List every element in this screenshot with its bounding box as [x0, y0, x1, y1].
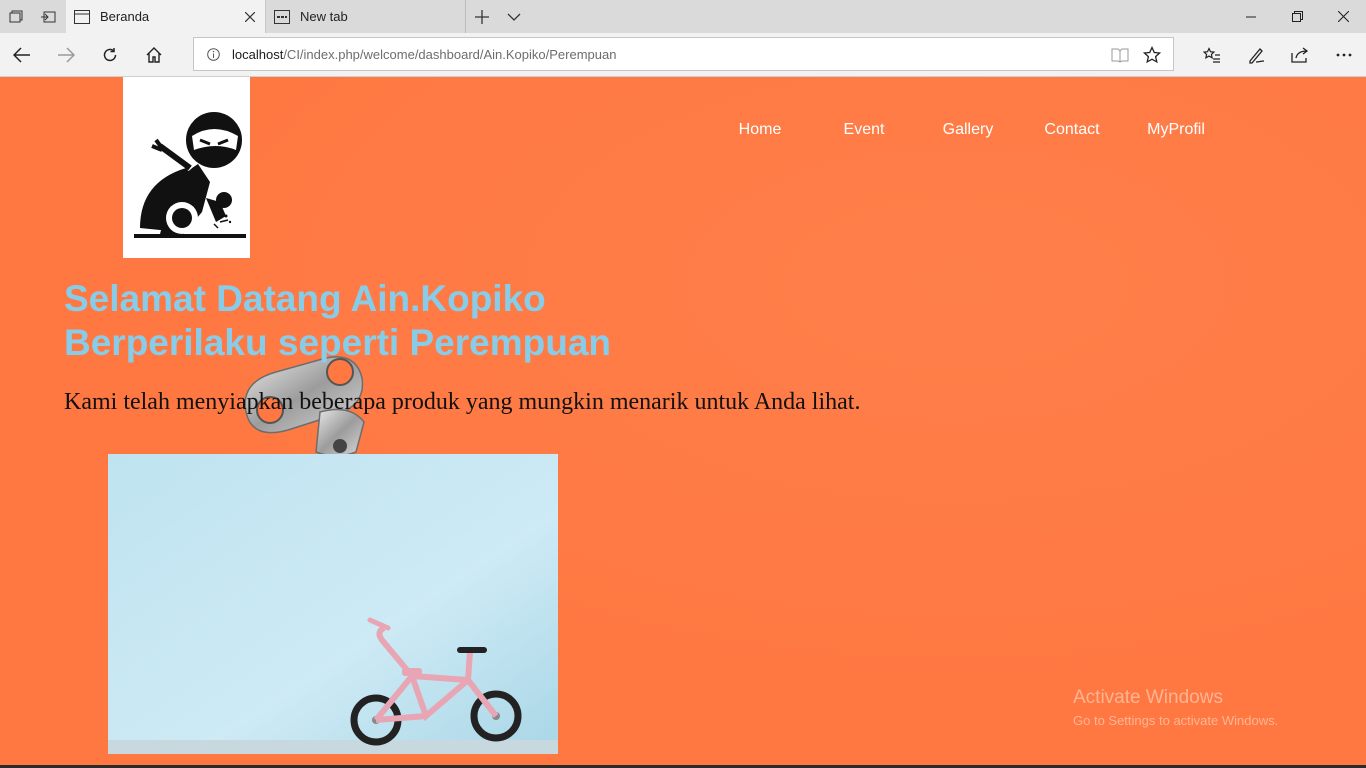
- watermark-title: Activate Windows: [1073, 687, 1223, 708]
- tab-beranda[interactable]: Beranda: [66, 0, 266, 33]
- welcome-heading-line1: Selamat Datang Ain.Kopiko: [64, 278, 546, 319]
- minimize-icon[interactable]: [1228, 0, 1274, 33]
- welcome-heading-line2: Berperilaku seperti Perempuan: [64, 322, 611, 363]
- browser-toolbar: localhost/CI/index.php/welcome/dashboard…: [0, 33, 1366, 77]
- more-icon[interactable]: [1322, 33, 1366, 77]
- favorite-star-icon[interactable]: [1143, 46, 1161, 64]
- page-icon: [74, 9, 90, 25]
- welcome-heading: Selamat Datang Ain.Kopiko Berperilaku se…: [64, 277, 611, 365]
- bicycle-photo: [108, 454, 558, 754]
- tab-title: New tab: [300, 9, 348, 24]
- url-host: localhost: [232, 46, 284, 62]
- menu-contact[interactable]: Contact: [1020, 121, 1124, 139]
- main-menu: Home Event Gallery Contact MyProfil: [708, 121, 1228, 139]
- url-text: localhost/CI/index.php/welcome/dashboard…: [232, 47, 616, 62]
- watermark-subtitle: Go to Settings to activate Windows.: [1073, 713, 1279, 728]
- close-icon[interactable]: [235, 0, 265, 33]
- favorites-hub-icon[interactable]: [1190, 33, 1234, 77]
- back-icon[interactable]: [0, 33, 44, 77]
- tab-list-icon[interactable]: [498, 0, 530, 33]
- tab-preview-icon[interactable]: [0, 0, 32, 33]
- url-path: /CI/index.php/welcome/dashboard/Ain.Kopi…: [283, 46, 617, 62]
- menu-myprofil[interactable]: MyProfil: [1124, 121, 1228, 139]
- pen-icon[interactable]: [1234, 33, 1278, 77]
- window-close-icon[interactable]: [1320, 0, 1366, 33]
- address-bar[interactable]: localhost/CI/index.php/welcome/dashboard…: [193, 37, 1174, 71]
- rider-logo-icon: [133, 111, 246, 238]
- forward-icon[interactable]: [44, 33, 88, 77]
- windows-activation-watermark: Activate Windows Go to Settings to activ…: [1073, 687, 1278, 728]
- menu-home[interactable]: Home: [708, 121, 812, 139]
- home-icon[interactable]: [132, 33, 176, 77]
- page-icon: [274, 9, 290, 25]
- reading-view-icon[interactable]: [1111, 46, 1129, 64]
- web-page: Home Event Gallery Contact MyProfil Sela…: [0, 77, 1366, 768]
- share-icon[interactable]: [1278, 33, 1322, 77]
- refresh-icon[interactable]: [88, 33, 132, 77]
- set-aside-tabs-icon[interactable]: [32, 0, 64, 33]
- menu-event[interactable]: Event: [812, 121, 916, 139]
- tab-title: Beranda: [100, 9, 150, 24]
- site-logo[interactable]: [123, 77, 250, 258]
- menu-gallery[interactable]: Gallery: [916, 121, 1020, 139]
- tab-new-tab[interactable]: New tab: [266, 0, 466, 33]
- tab-bar: Beranda New tab: [0, 0, 1366, 33]
- intro-text: Kami telah menyiapkan beberapa produk ya…: [64, 389, 861, 415]
- info-icon[interactable]: [206, 47, 220, 61]
- maximize-icon[interactable]: [1274, 0, 1320, 33]
- new-tab-icon[interactable]: [466, 0, 498, 33]
